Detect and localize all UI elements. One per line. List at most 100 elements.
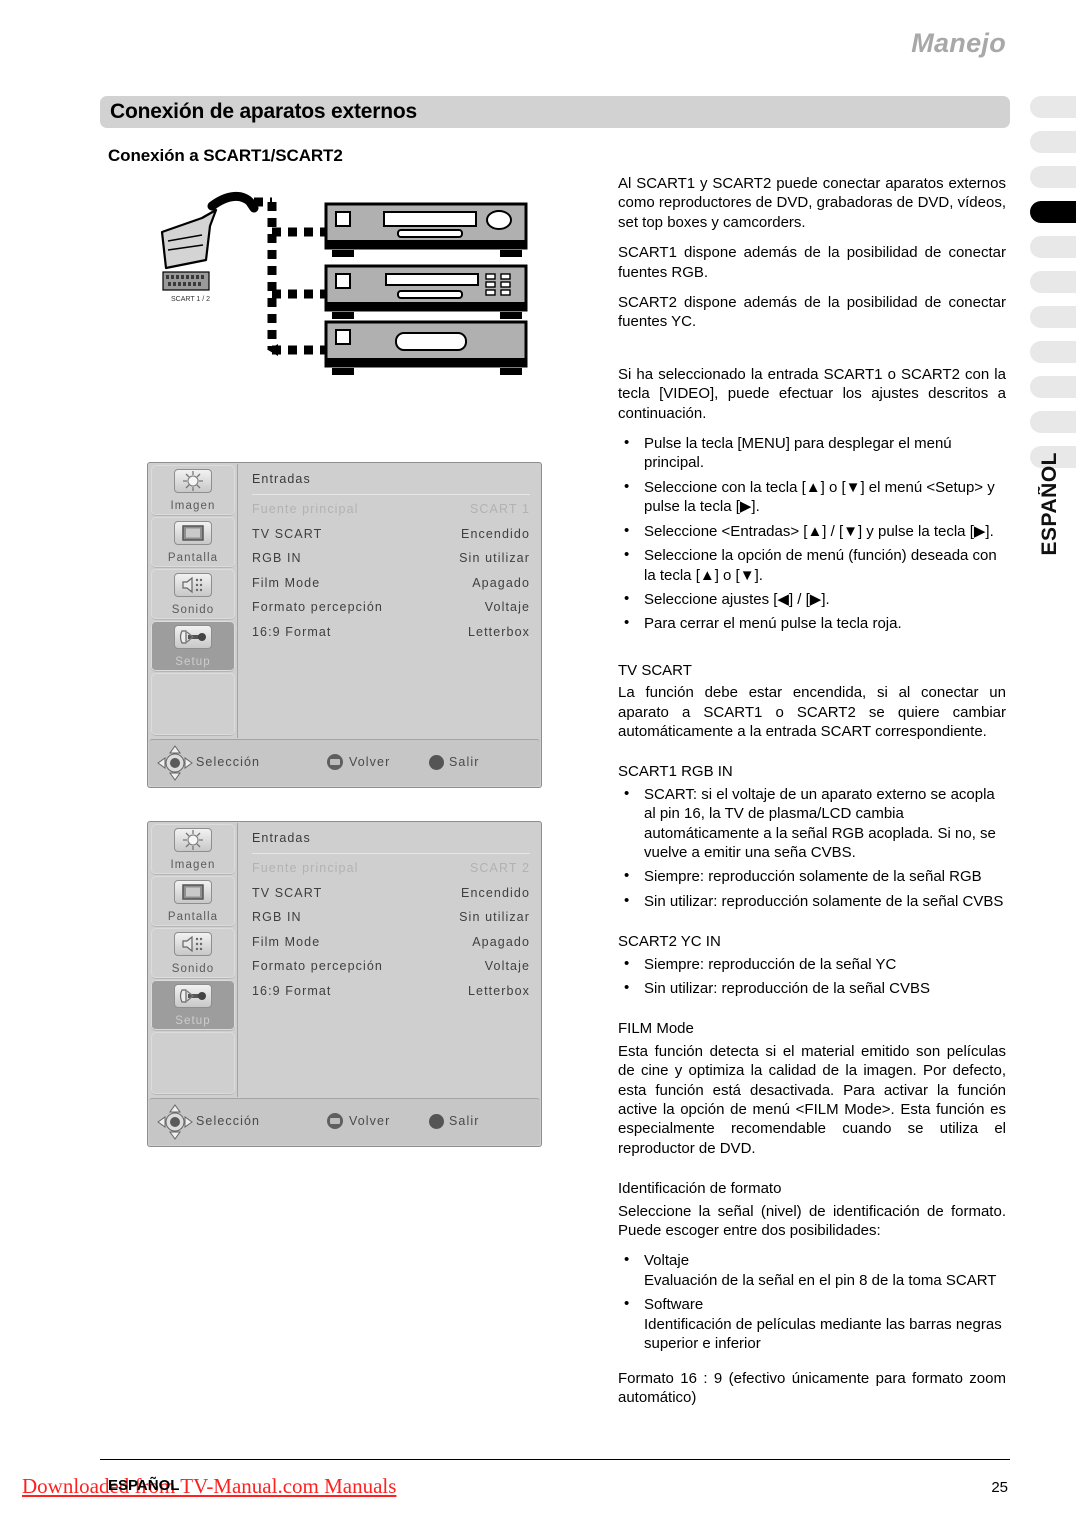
osd-divider (252, 853, 530, 854)
osd-hint-exit: Salir (449, 755, 480, 769)
osd-content-1: Entradas Fuente principal SCART 1 TV SCA… (238, 464, 540, 738)
osd-row-value: SCART 2 (469, 861, 530, 875)
list-item: Siempre: reproducción de la señal YC (618, 954, 1006, 974)
osd-row[interactable]: RGB IN Sin utilizar (238, 910, 540, 935)
osd-category-empty-2 (151, 1032, 235, 1095)
osd-hint-back: Volver (349, 1114, 391, 1128)
osd-row-key: RGB IN (252, 910, 302, 924)
edge-tab-1[interactable] (1030, 96, 1076, 118)
osd-row-key: Film Mode (252, 575, 321, 590)
osd-category-sonido-1[interactable]: Sonido (151, 569, 235, 620)
edge-tab-8[interactable] (1030, 341, 1076, 363)
intro-paragraph-1: Al SCART1 y SCART2 puede conectar aparat… (618, 175, 1006, 231)
tools-icon (174, 984, 212, 1008)
edge-tab-5[interactable] (1030, 236, 1076, 258)
osd-row-value: Letterbox (467, 624, 530, 639)
list-item: Voltaje Evaluación de la señal en el pin… (618, 1250, 1006, 1290)
osd-row-value: Letterbox (467, 983, 530, 998)
osd-row[interactable]: Fuente principal SCART 2 (238, 861, 540, 886)
format-id-list: Voltaje Evaluación de la señal en el pin… (618, 1250, 1006, 1353)
osd-row-value: Sin utilizar (459, 910, 530, 924)
osd-category-empty-1 (151, 673, 235, 736)
osd-category-imagen-2[interactable]: Imagen (151, 824, 235, 875)
list-item: Seleccione <Entradas> [▲] / [▼] y pulse … (618, 521, 1006, 541)
osd-row[interactable]: TV SCART Encendido (238, 527, 540, 552)
osd-row[interactable]: 16:9 Format Letterbox (238, 625, 540, 650)
list-item-title: Voltaje (644, 1252, 690, 1270)
dpad-icon (157, 1104, 193, 1140)
dpad-icon (157, 745, 193, 781)
speaker-icon (174, 932, 212, 956)
edge-tab-3[interactable] (1030, 166, 1076, 188)
osd-row-value: Apagado (472, 575, 530, 590)
osd-row-key: 16:9 Format (252, 983, 332, 998)
osd-row[interactable]: TV SCART Encendido (238, 886, 540, 911)
menu-button-icon (327, 1113, 343, 1129)
side-language-label: ESPAÑOL (1038, 452, 1061, 556)
osd-category-label: Imagen (170, 859, 216, 871)
osd-category-pantalla-2[interactable]: Pantalla (151, 876, 235, 927)
picture-icon (174, 469, 212, 493)
edge-tab-6[interactable] (1030, 271, 1076, 293)
osd-category-setup-2[interactable]: Setup (151, 980, 235, 1031)
osd-row-value: Apagado (472, 934, 530, 949)
watermark-text[interactable]: Downloaded from TV-Manual.com Manuals (22, 1474, 396, 1499)
paragraph-format-16-9: Formato 16 : 9 (efectivo únicamente para… (618, 1369, 1006, 1406)
list-item: Sin utilizar: reproducción solamente de … (618, 891, 1006, 911)
osd-row[interactable]: Fuente principal SCART 1 (238, 502, 540, 527)
device-2 (324, 264, 528, 319)
osd-row-list-2: Fuente principal SCART 2 TV SCART Encend… (238, 861, 540, 1008)
osd-heading: Entradas (252, 831, 311, 845)
procedure-intro: Si ha seleccionado la entrada SCART1 o S… (618, 365, 1006, 422)
edge-tab-4-active[interactable] (1030, 201, 1076, 223)
osd-row[interactable]: 16:9 Format Letterbox (238, 984, 540, 1009)
osd-row-key: Fuente principal (252, 502, 359, 516)
intro-paragraph-3: SCART2 dispone además de la posibilidad … (618, 294, 1006, 331)
osd-category-sonido-2[interactable]: Sonido (151, 928, 235, 979)
osd-row-key: TV SCART (252, 526, 323, 541)
paragraph-tv-scart: La función debe estar encendida, si al c… (618, 684, 1006, 740)
osd-row-value: Sin utilizar (459, 551, 530, 565)
osd-category-setup-1[interactable]: Setup (151, 621, 235, 672)
paragraph-format-id: Seleccione la señal (nivel) de identific… (618, 1202, 1006, 1240)
list-item: SCART: si el voltaje de un aparato exter… (618, 784, 1006, 863)
red-button-icon (429, 1114, 444, 1129)
scart2-yc-in-list: Siempre: reproducción de la señal YC Sin… (618, 954, 1006, 999)
edge-tab-7[interactable] (1030, 306, 1076, 328)
osd-row-key: Film Mode (252, 934, 321, 949)
edge-tab-9[interactable] (1030, 376, 1076, 398)
osd-screenshot-scart2: Imagen Pantalla Sonido Setup Entradas Fu… (147, 821, 542, 1147)
heading-format-id: Identificación de formato (618, 1180, 782, 1198)
tools-icon (174, 625, 212, 649)
osd-category-pantalla-1[interactable]: Pantalla (151, 517, 235, 568)
osd-hint-selection: Selección (196, 755, 261, 769)
heading-scart2-yc-in: SCART2 YC IN (618, 933, 721, 951)
osd-row[interactable]: RGB IN Sin utilizar (238, 551, 540, 576)
osd-category-list-1: Imagen Pantalla Sonido Setup (149, 464, 238, 738)
screen-icon (174, 880, 212, 904)
edge-tab-10[interactable] (1030, 411, 1076, 433)
osd-category-imagen-1[interactable]: Imagen (151, 465, 235, 516)
intro-paragraph-2: SCART1 dispone además de la posibilidad … (618, 244, 1006, 281)
osd-category-label: Sonido (171, 604, 215, 616)
heading-tv-scart: TV SCART (618, 661, 692, 679)
osd-row[interactable]: Film Mode Apagado (238, 576, 540, 601)
osd-hint-selection: Selección (196, 1114, 261, 1128)
osd-category-list-2: Imagen Pantalla Sonido Setup (149, 823, 238, 1097)
language-tab-strip (1030, 96, 1080, 481)
osd-row[interactable]: Film Mode Apagado (238, 935, 540, 960)
osd-row[interactable]: Formato percepción Voltaje (238, 600, 540, 625)
osd-row-value: Encendido (461, 885, 530, 900)
osd-row-value: Voltaje (484, 600, 530, 614)
device-1 (324, 202, 528, 257)
edge-tab-2[interactable] (1030, 131, 1076, 153)
osd-row[interactable]: Formato percepción Voltaje (238, 959, 540, 984)
osd-hint-bar-1: Selección Volver Salir (149, 739, 540, 786)
list-item: Sin utilizar: reproducción de la señal C… (618, 978, 1006, 998)
osd-row-key: 16:9 Format (252, 624, 332, 639)
